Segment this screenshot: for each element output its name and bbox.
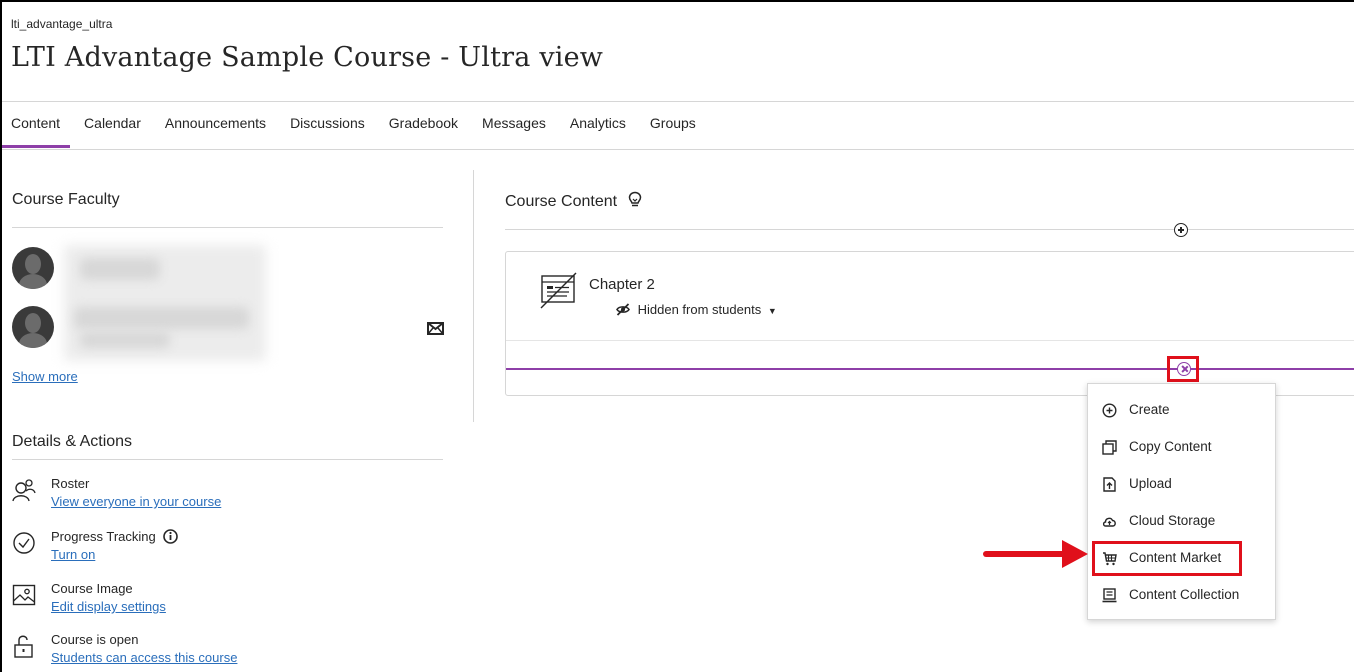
collection-icon — [1102, 588, 1117, 603]
avatar[interactable] — [12, 306, 54, 348]
lightbulb-icon[interactable] — [628, 191, 642, 208]
progress-tracking-link[interactable]: Turn on — [51, 547, 95, 562]
tab-discussions[interactable]: Discussions — [290, 115, 365, 147]
menu-label-copy-content: Copy Content — [1129, 439, 1212, 454]
tab-announcements[interactable]: Announcements — [165, 115, 266, 147]
menu-label-cloud-storage: Cloud Storage — [1129, 513, 1216, 528]
course-content-heading: Course Content — [505, 191, 642, 211]
blurred-name-2 — [74, 307, 249, 329]
menu-item-copy-content[interactable]: Copy Content — [1088, 428, 1277, 465]
column-divider — [473, 170, 474, 422]
menu-label-create: Create — [1129, 402, 1170, 417]
details-divider — [12, 459, 443, 460]
course-image-link[interactable]: Edit display settings — [51, 599, 166, 614]
faculty-heading: Course Faculty — [12, 191, 120, 208]
caret-down-icon: ▼ — [767, 306, 777, 316]
course-content-title: Course Content — [505, 193, 618, 210]
tab-content[interactable]: Content — [2, 115, 71, 148]
upload-icon — [1103, 477, 1116, 492]
blurred-role-2 — [80, 332, 170, 348]
learning-module-icon — [540, 272, 577, 309]
annotation-arrow-head — [1062, 540, 1088, 568]
course-open-title: Course is open — [51, 632, 139, 647]
course-id: lti_advantage_ultra — [11, 17, 113, 31]
progress-tracking-title: Progress Tracking — [51, 529, 179, 544]
show-more-link[interactable]: Show more — [12, 369, 78, 384]
close-menu-button[interactable] — [1167, 356, 1199, 382]
chapter-card[interactable]: Chapter 2 Hidden from students ▼ — [505, 251, 1354, 396]
tab-calendar[interactable]: Calendar — [84, 115, 141, 147]
avatar[interactable] — [12, 247, 54, 289]
image-icon — [12, 584, 36, 606]
add-content-button[interactable] — [1174, 223, 1188, 237]
unlock-icon — [14, 635, 33, 658]
menu-label-content-collection: Content Collection — [1129, 587, 1240, 602]
course-title: LTI Advantage Sample Course - Ultra view — [11, 42, 604, 73]
course-nav: Content Calendar Announcements Discussio… — [2, 115, 720, 148]
visibility-label: Hidden from students — [637, 302, 762, 317]
page-frame: lti_advantage_ultra LTI Advantage Sample… — [0, 0, 1354, 672]
visibility-dropdown[interactable]: Hidden from students ▼ — [616, 302, 777, 317]
insert-line — [506, 368, 1354, 370]
eye-slash-icon — [616, 303, 630, 316]
annotation-arrow — [983, 551, 1068, 557]
plus-circle-icon — [1102, 403, 1117, 418]
mail-icon[interactable] — [427, 322, 444, 335]
course-content-divider — [505, 229, 1354, 230]
card-divider — [506, 340, 1354, 341]
tab-gradebook[interactable]: Gradebook — [389, 115, 458, 147]
checkmark-circle-icon — [13, 532, 35, 554]
menu-item-cloud-storage[interactable]: Cloud Storage — [1088, 502, 1277, 539]
progress-tracking-label: Progress Tracking — [51, 529, 156, 544]
tab-groups[interactable]: Groups — [650, 115, 696, 147]
menu-label-upload: Upload — [1129, 476, 1172, 491]
roster-link[interactable]: View everyone in your course — [51, 494, 221, 509]
blurred-name-1 — [80, 258, 160, 280]
details-heading: Details & Actions — [12, 433, 133, 450]
roster-icon — [12, 479, 36, 502]
tab-messages[interactable]: Messages — [482, 115, 546, 147]
course-image-title: Course Image — [51, 581, 133, 596]
course-open-link[interactable]: Students can access this course — [51, 650, 237, 665]
tab-analytics[interactable]: Analytics — [570, 115, 626, 147]
roster-title: Roster — [51, 476, 90, 491]
menu-item-upload[interactable]: Upload — [1088, 465, 1277, 502]
nav-divider — [2, 149, 1354, 150]
menu-item-create[interactable]: Create — [1088, 391, 1277, 428]
header-divider — [2, 101, 1354, 102]
cloud-icon — [1102, 517, 1116, 527]
info-icon[interactable] — [163, 529, 179, 544]
faculty-divider — [12, 227, 443, 228]
close-icon — [1177, 362, 1191, 376]
annotation-highlight-box — [1092, 541, 1242, 576]
add-content-menu: Create Copy Content Upload Cloud Storage — [1087, 383, 1276, 620]
chapter-title[interactable]: Chapter 2 — [589, 276, 655, 293]
copy-icon — [1102, 440, 1117, 455]
menu-item-content-collection[interactable]: Content Collection — [1088, 576, 1277, 613]
